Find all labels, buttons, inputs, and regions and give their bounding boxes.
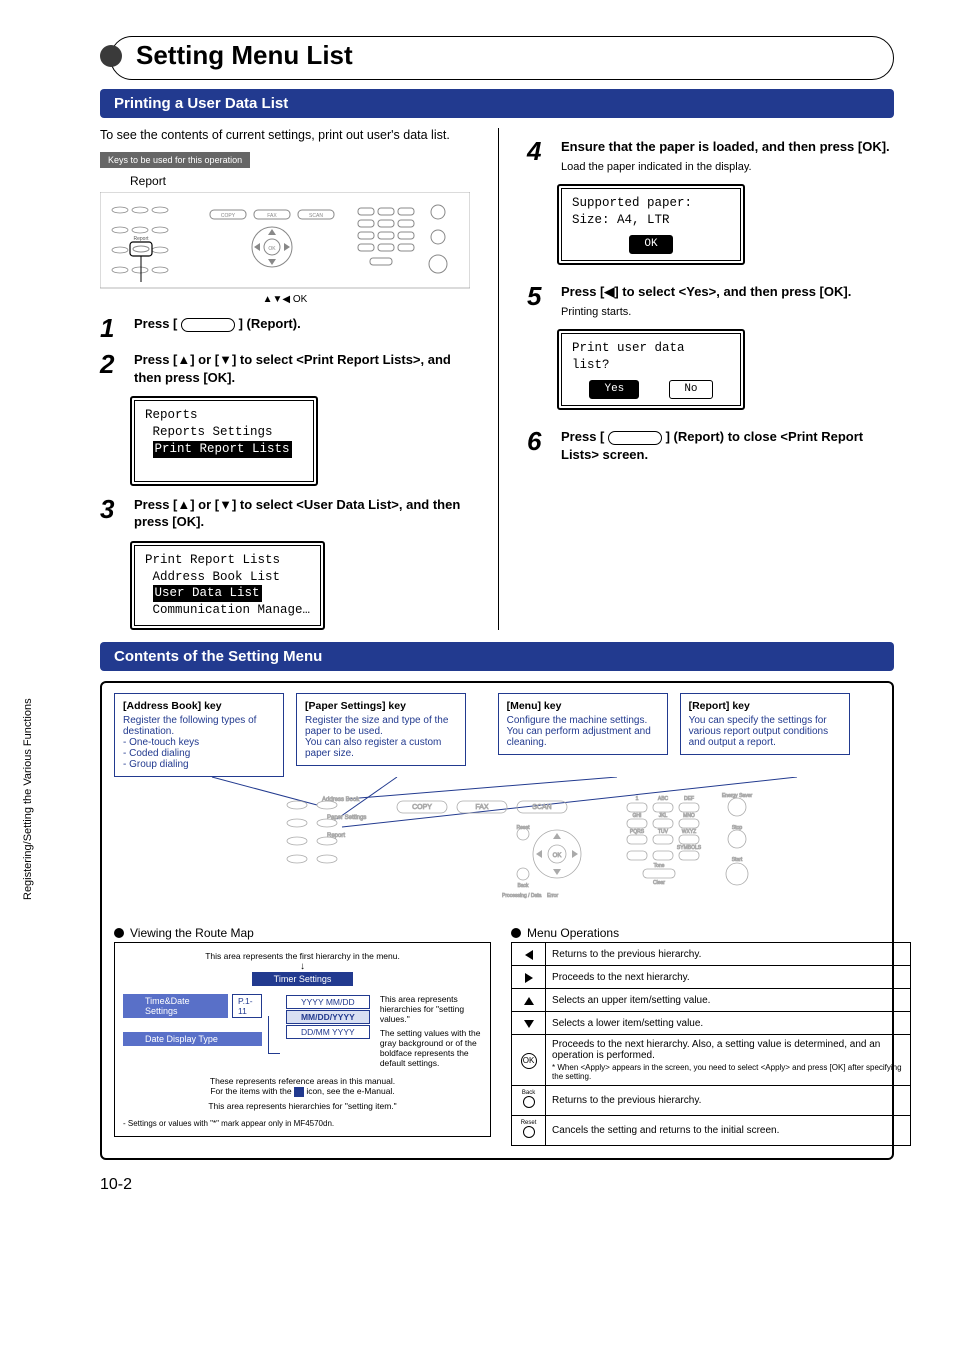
operation-panel-large-diagram: Address Book Paper Settings Report COPY … — [114, 777, 880, 907]
svg-text:Back: Back — [517, 883, 529, 889]
svg-text:Tone: Tone — [654, 863, 665, 869]
ok-key-icon: OK — [512, 1035, 546, 1086]
lcd-screen-confirm: Print user data list? Yes No — [557, 329, 745, 410]
step-number-3: 3 — [100, 496, 124, 522]
lcd-screen-reports: Reports Reports Settings Print Report Li… — [130, 396, 318, 486]
section-contents-setting-menu: Contents of the Setting Menu — [100, 642, 894, 671]
page-number: 10-2 — [100, 1176, 894, 1194]
rm-page-ref: P.1-11 — [232, 994, 262, 1018]
e-manual-icon — [294, 1087, 304, 1097]
report-key-box: [Report] key You can specify the setting… — [680, 693, 850, 755]
svg-text:Processing / Data: Processing / Data — [502, 893, 542, 899]
svg-text:FAX: FAX — [475, 804, 489, 811]
intro-text: To see the contents of current settings,… — [100, 128, 470, 142]
report-key-label: Report — [130, 174, 470, 188]
back-key-icon: Back — [512, 1086, 546, 1116]
keys-used-header: Keys to be used for this operation — [100, 152, 250, 168]
svg-text:SYMBOLS: SYMBOLS — [677, 845, 702, 851]
paper-settings-key-box: [Paper Settings] key Register the size a… — [296, 693, 466, 766]
lcd-screen-print-report-lists: Print Report Lists Address Book List Use… — [130, 541, 325, 631]
route-map-title: Viewing the Route Map — [114, 926, 491, 940]
nav-keys-hint: ▲▼◀ OK — [100, 294, 470, 305]
step-number-2: 2 — [100, 351, 124, 377]
chapter-heading: Setting Menu List — [100, 40, 894, 71]
menu-operations-table: Returns to the previous hierarchy. Proce… — [511, 942, 911, 1146]
svg-text:SCAN: SCAN — [309, 213, 323, 219]
sidebar-section-label: Registering/Setting the Various Function… — [22, 698, 34, 900]
svg-text:Clear: Clear — [653, 880, 665, 886]
rm-opt-yyyy: YYYY MM/DD — [286, 995, 370, 1009]
oval-button-icon — [181, 318, 235, 332]
svg-text:COPY: COPY — [412, 804, 432, 811]
lcd-yes-button: Yes — [589, 380, 639, 399]
svg-text:OK: OK — [553, 853, 562, 859]
step-6-text: Press [ ] (Report) to close <Print Repor… — [561, 428, 894, 463]
svg-text:Address Book: Address Book — [322, 797, 360, 803]
svg-text:DEF: DEF — [684, 796, 694, 802]
step-number-4: 4 — [527, 138, 551, 164]
step-4-text: Ensure that the paper is loaded, and the… — [561, 138, 890, 174]
svg-text:COPY: COPY — [221, 213, 236, 219]
address-book-key-box: [Address Book] key Register the followin… — [114, 693, 284, 777]
svg-text:MNO: MNO — [683, 813, 695, 819]
arrow-right-icon — [512, 966, 546, 989]
lcd-screen-supported-paper: Supported paper: Size: A4, LTR OK — [557, 184, 745, 265]
operation-panel-diagram: Report COPY FAX SCAN OK — [100, 192, 470, 292]
arrow-left-icon — [512, 943, 546, 966]
svg-text:Report: Report — [133, 236, 149, 242]
step-number-6: 6 — [527, 428, 551, 454]
svg-text:TUV: TUV — [658, 829, 669, 835]
arrow-down-icon — [512, 1012, 546, 1035]
rm-date-display-type: Date Display Type — [123, 1032, 262, 1046]
chapter-bullet-icon — [100, 45, 122, 67]
reset-key-icon: Reset — [512, 1116, 546, 1146]
svg-text:Start: Start — [732, 857, 743, 863]
svg-text:GHI: GHI — [633, 813, 642, 819]
svg-text:SCAN: SCAN — [532, 804, 551, 811]
menu-operations-title: Menu Operations — [511, 926, 911, 940]
contents-setting-menu-box: [Address Book] key Register the followin… — [100, 681, 894, 1160]
step-1-text: Press [ ] (Report). — [134, 315, 301, 333]
svg-text:JKL: JKL — [659, 813, 668, 819]
step-2-text: Press [▲] or [▼] to select <Print Report… — [134, 351, 470, 386]
svg-text:PQRS: PQRS — [630, 829, 645, 835]
step-4-subtext: Load the paper indicated in the display. — [561, 160, 890, 175]
oval-button-icon — [608, 431, 662, 445]
rm-time-date-settings: Time&Date Settings — [123, 994, 228, 1018]
chapter-title: Setting Menu List — [136, 40, 353, 71]
svg-text:Stop: Stop — [732, 825, 743, 831]
rm-opt-mmdd: MM/DD/YYYY — [286, 1010, 370, 1024]
svg-text:Error: Error — [547, 893, 558, 899]
arrow-up-icon — [512, 989, 546, 1012]
step-5-text: Press [◀] to select <Yes>, and then pres… — [561, 283, 851, 319]
svg-text:OK: OK — [268, 246, 276, 252]
section-printing-user-data-list: Printing a User Data List — [100, 89, 894, 118]
step-number-5: 5 — [527, 283, 551, 309]
rm-opt-ddmm: DD/MM YYYY — [286, 1025, 370, 1039]
route-map-box: This area represents the first hierarchy… — [114, 942, 491, 1137]
step-5-subtext: Printing starts. — [561, 305, 851, 320]
rm-timer-settings: Timer Settings — [252, 972, 354, 986]
svg-text:Report: Report — [327, 833, 345, 839]
svg-text:Reset: Reset — [516, 825, 530, 831]
step-number-1: 1 — [100, 315, 124, 341]
lcd-ok-button: OK — [629, 235, 672, 254]
svg-text:Paper Settings: Paper Settings — [327, 815, 366, 821]
svg-text:ABC: ABC — [658, 796, 669, 802]
svg-text:FAX: FAX — [267, 213, 277, 219]
step-3-text: Press [▲] or [▼] to select <User Data Li… — [134, 496, 470, 531]
svg-text:Energy Saver: Energy Saver — [722, 793, 753, 799]
lcd-no-button: No — [669, 380, 712, 399]
svg-text:1: 1 — [636, 796, 639, 802]
svg-text:WXYZ: WXYZ — [682, 829, 696, 835]
menu-key-box: [Menu] key Configure the machine setting… — [498, 693, 668, 755]
